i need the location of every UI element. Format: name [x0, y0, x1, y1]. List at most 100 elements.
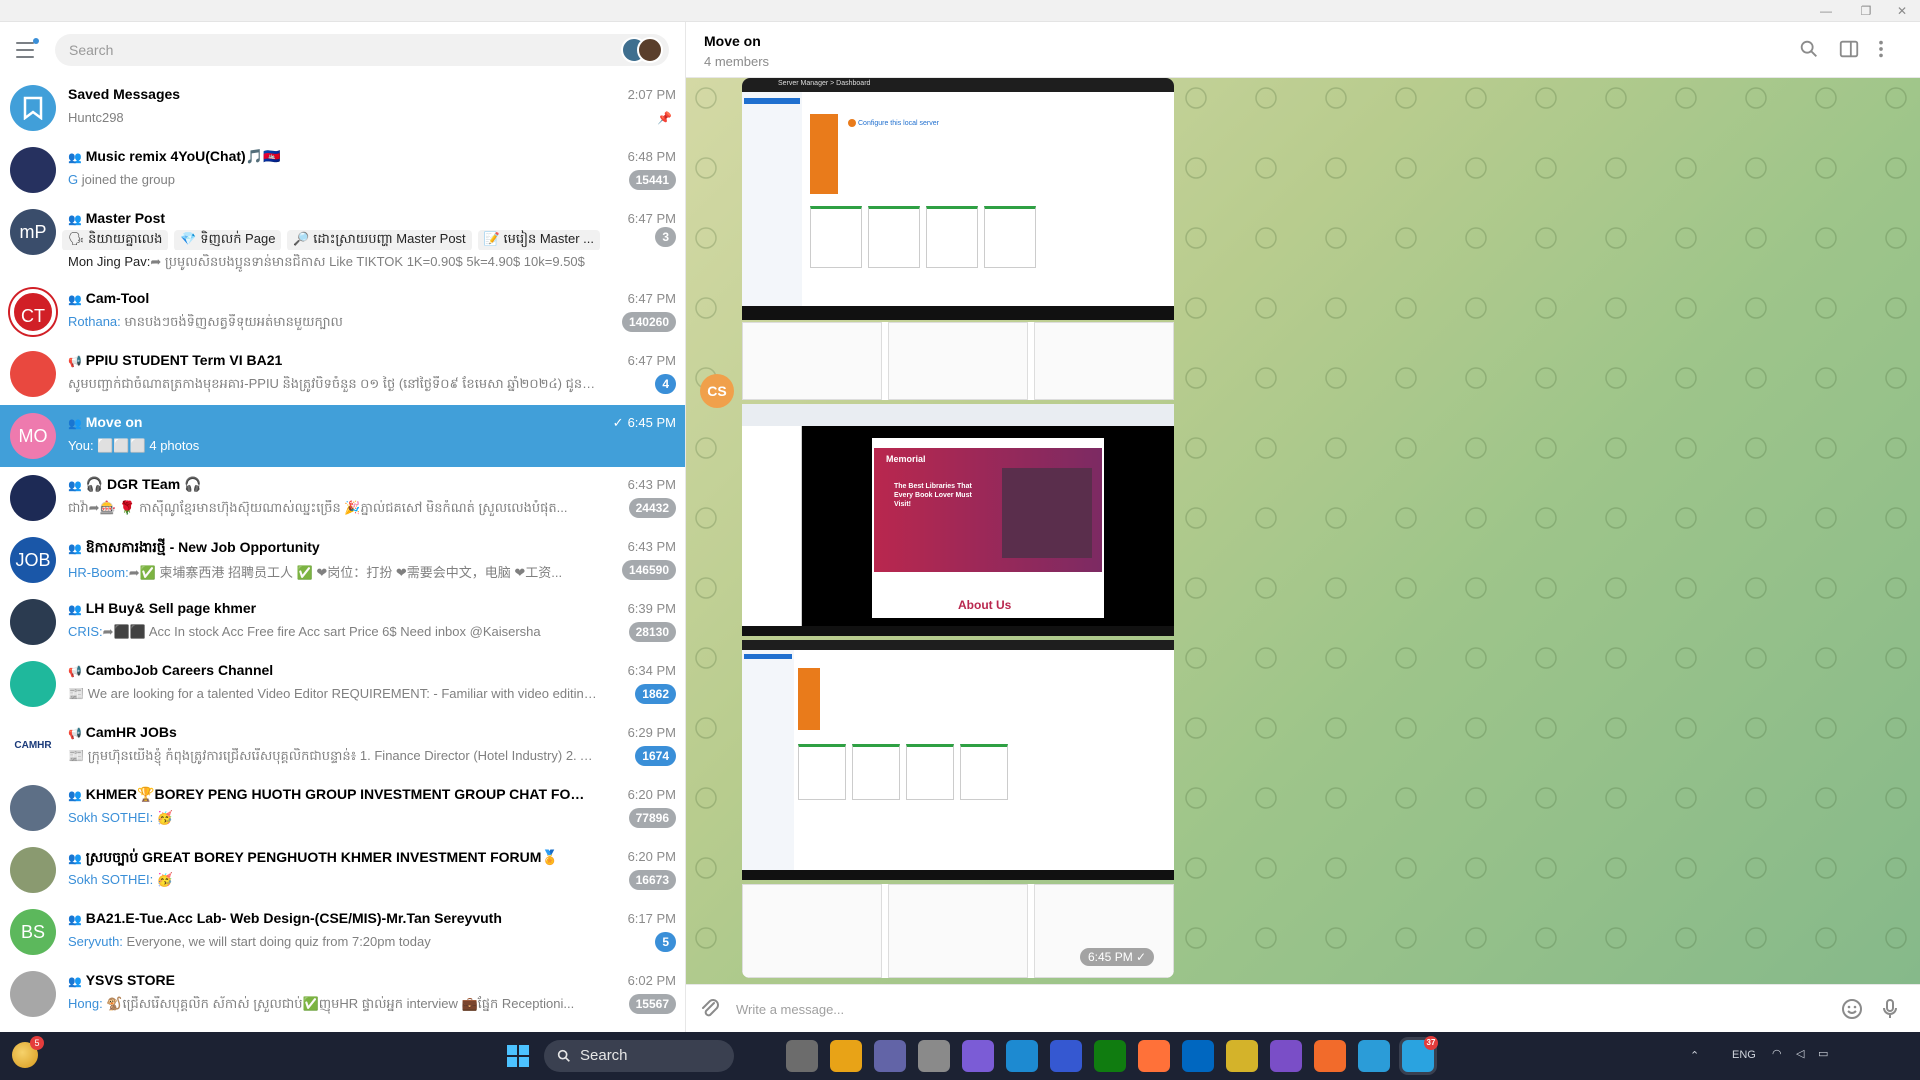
- chat-row[interactable]: 👥 LH Buy& Sell page khmer 6:39 PM CRIS:➦⬛⬛ …: [0, 591, 685, 653]
- photo-thumbnails-row[interactable]: [742, 322, 1174, 400]
- tray-language[interactable]: ENG: [1732, 1049, 1756, 1061]
- teams-icon[interactable]: [874, 1040, 906, 1072]
- chat-title[interactable]: Move on: [704, 33, 761, 49]
- chat-avatar[interactable]: CAMHR: [10, 723, 56, 769]
- file-icon[interactable]: [786, 1040, 818, 1072]
- attach-icon[interactable]: [698, 997, 722, 1021]
- chat-preview: HR-Boom:➦✅ 柬埔寨西港 招聘员工人 ✅ ❤岗位：打扮 ❤需要会中文，电…: [68, 562, 598, 581]
- edge-icon[interactable]: [1006, 1040, 1038, 1072]
- close-icon[interactable]: ✕: [1888, 2, 1916, 20]
- sender-avatar[interactable]: CS: [700, 374, 734, 408]
- unread-badge: 1862: [635, 684, 676, 704]
- app-icon[interactable]: [1226, 1040, 1258, 1072]
- telegram-icon[interactable]: 37: [1402, 1036, 1438, 1072]
- visual-studio-icon[interactable]: [1270, 1040, 1302, 1072]
- preview-text: ➦⬛⬛ Acc In stock Acc Free fire Acc sart …: [102, 624, 541, 639]
- chat-avatar[interactable]: JOB: [10, 537, 56, 583]
- chat-row[interactable]: CT 👥 Cam-Tool 6:47 PM Rothana: មានបងៗចង់ទិញស…: [0, 281, 685, 343]
- chat-name: 👥 Music remix 4YoU(Chat)🎵🇰🇭: [68, 148, 588, 165]
- xbox-icon[interactable]: [1094, 1040, 1126, 1072]
- app-icon[interactable]: [1050, 1040, 1082, 1072]
- search-icon[interactable]: [1798, 38, 1820, 60]
- photo-album-message[interactable]: Server Manager > Dashboard Configure thi…: [742, 78, 1174, 978]
- sidebar-toggle-icon[interactable]: [1838, 38, 1860, 60]
- chat-row[interactable]: 👥 🎧 DGR TEam 🎧 6:43 PM ជាវ៉ា➦🎰 🌹 កាស៊ីណូខ្ម…: [0, 467, 685, 529]
- tray-chevron-icon[interactable]: ⌃: [1690, 1049, 1699, 1062]
- chat-members-count[interactable]: 4 members: [704, 54, 769, 69]
- chat-row[interactable]: BS 👥 BA21.E-Tue.Acc Lab- Web Design-(CSE/M…: [0, 901, 685, 963]
- chat-row[interactable]: MO 👥 Move on ✓ 6:45 PM You: ⬜⬜⬜ 4 photos: [0, 405, 685, 467]
- store-icon[interactable]: [1182, 1040, 1214, 1072]
- unread-badge: 77896: [628, 808, 676, 828]
- battery-icon[interactable]: ▭: [1818, 1047, 1828, 1060]
- emoji-icon[interactable]: [1840, 997, 1864, 1021]
- chat-time: 2:07 PM: [628, 87, 676, 102]
- menu-icon[interactable]: [16, 38, 39, 58]
- chat-avatar[interactable]: MO: [10, 413, 56, 459]
- search-input[interactable]: [69, 34, 609, 66]
- story-avatar[interactable]: [637, 37, 663, 63]
- chat-avatar[interactable]: [10, 847, 56, 893]
- chat-row[interactable]: 📢 CamboJob Careers Channel 6:34 PM 📰 We are…: [0, 653, 685, 715]
- app-icon[interactable]: [1314, 1040, 1346, 1072]
- chat-row[interactable]: CAMHR 📢 CamHR JOBs 6:29 PM 📰 ក្រុមហ៊ុនយើងខ្ញ…: [0, 715, 685, 777]
- chat-avatar[interactable]: [10, 971, 56, 1017]
- chat-preview: Sokh SOTHEI: 🥳: [68, 810, 598, 826]
- forum-topic[interactable]: 🗣 និយាយគ្នាលេង: [62, 230, 169, 250]
- photo-server-manager-2[interactable]: [742, 640, 1174, 880]
- saved-messages-avatar[interactable]: [10, 85, 56, 131]
- photo-library-website[interactable]: Memorial The Best Libraries That Every B…: [742, 404, 1174, 636]
- chat-row[interactable]: 👥 KHMER🏆BOREY PENG HUOTH GROUP INVESTMENT…: [0, 777, 685, 839]
- folder-icon[interactable]: [830, 1040, 862, 1072]
- chat-time: 6:47 PM: [628, 353, 676, 368]
- chat-time-text: 6:34 PM: [627, 663, 676, 678]
- chat-avatar[interactable]: [10, 475, 56, 521]
- channel-icon: 📢: [68, 666, 82, 678]
- chat-avatar[interactable]: [10, 351, 56, 397]
- weather-widget[interactable]: 5: [12, 1036, 212, 1076]
- taskbar-search[interactable]: Search: [544, 1040, 734, 1072]
- search-field[interactable]: [55, 34, 669, 66]
- chat-preview: CRIS:➦⬛⬛ Acc In stock Acc Free fire Acc …: [68, 624, 598, 640]
- app-icon[interactable]: [1358, 1040, 1390, 1072]
- wifi-icon[interactable]: ◠: [1772, 1047, 1782, 1060]
- chat-avatar[interactable]: [10, 785, 56, 831]
- preview-text: មានបងៗចង់ទិញសត្វទីទុយអត់មានមួយក្បាល: [120, 314, 343, 329]
- chat-name: 👥 Move on: [68, 414, 588, 430]
- more-options-icon[interactable]: [1870, 38, 1892, 60]
- group-icon: 👥: [68, 294, 82, 306]
- preview-text: ជាវ៉ា➦🎰 🌹 កាស៊ីណូខ្មែរមានហ៊ុងស៊ុយណាស់ឈ្ន…: [68, 500, 568, 515]
- chat-avatar[interactable]: mP: [10, 209, 56, 255]
- chat-row[interactable]: 📢 PPIU STUDENT Term VI BA21 6:47 PM សូមបញ្ជ…: [0, 343, 685, 405]
- chat-row[interactable]: mP 👥 Master Post 6:47 PM 🗣 និយាយគ្នាលេង 💎 ទិញ…: [0, 201, 685, 281]
- windows-start-icon[interactable]: [506, 1044, 530, 1068]
- chat-avatar[interactable]: BS: [10, 909, 56, 955]
- chat-row[interactable]: JOB 👥 ឱកាសការងារថ្មី - New Job Opportunity…: [0, 529, 685, 591]
- minimize-icon[interactable]: —: [1812, 2, 1840, 20]
- chat-avatar[interactable]: [10, 147, 56, 193]
- chat-row[interactable]: Saved Messages 2:07 PM Huntc298 📌: [0, 77, 685, 139]
- chat-name-text: CamboJob Careers Channel: [85, 662, 274, 678]
- chat-avatar[interactable]: [10, 661, 56, 707]
- microphone-icon[interactable]: [1878, 997, 1902, 1021]
- forum-topic[interactable]: 📝 មេរៀន Master ...: [477, 230, 601, 250]
- chat-row[interactable]: 👥 ស្របច្បាប់ GREAT BOREY PENGHUOTH KHMER …: [0, 839, 685, 901]
- restore-icon[interactable]: ❐: [1852, 2, 1880, 20]
- photo-server-manager[interactable]: Server Manager > Dashboard Configure thi…: [742, 78, 1174, 320]
- volume-icon[interactable]: ◁: [1796, 1047, 1804, 1060]
- chat-row[interactable]: 👥 Music remix 4YoU(Chat)🎵🇰🇭 6:48 PM G joine…: [0, 139, 685, 201]
- taskbar-search-label: Search: [580, 1047, 628, 1064]
- chat-preview: Mon Jing Pav:➦ ប្រមូលសិនបងប្អូនទាន់មានជិ…: [68, 254, 658, 273]
- chat-avatar[interactable]: CT: [10, 289, 56, 335]
- app-icon[interactable]: [918, 1040, 950, 1072]
- firefox-icon[interactable]: [1138, 1040, 1170, 1072]
- search-avatars[interactable]: [621, 37, 665, 63]
- chat-row[interactable]: 👥 YSVS STORE 6:02 PM Hong: 🐒ជ្រើសរើសបុគ្គលិ…: [0, 963, 685, 1025]
- chat-avatar[interactable]: [10, 599, 56, 645]
- message-input[interactable]: [736, 995, 1816, 1023]
- forum-topic[interactable]: 🔎 ដោះស្រាយបញ្ហា Master Post: [287, 230, 472, 250]
- preview-text: joined the group: [78, 172, 175, 187]
- forum-topic[interactable]: 💎 ទិញលក់ Page: [174, 230, 282, 250]
- copilot-icon[interactable]: [962, 1040, 994, 1072]
- message-time: 6:45 PM ✓: [1080, 948, 1155, 966]
